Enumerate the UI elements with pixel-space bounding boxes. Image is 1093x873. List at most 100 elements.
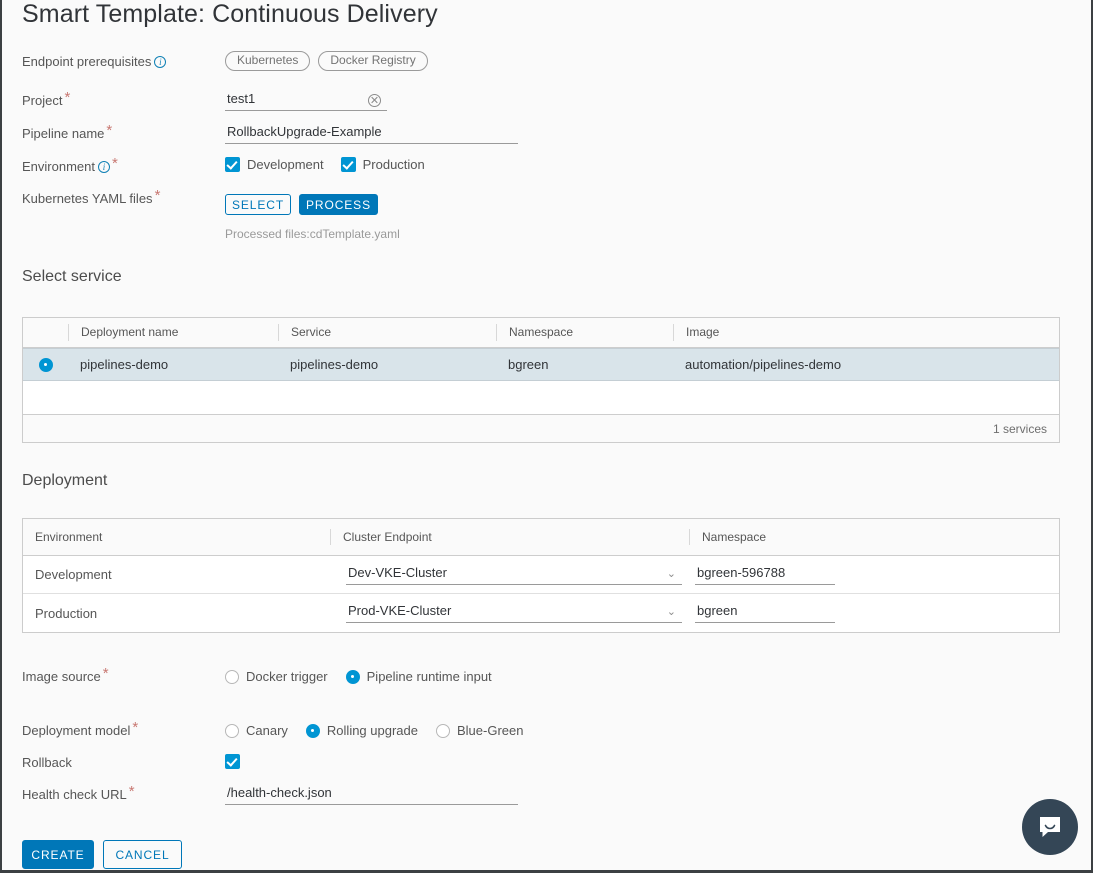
cell-namespace [689,564,1059,585]
namespace-input-prod[interactable] [695,603,835,623]
chip-kubernetes: Kubernetes [225,51,311,71]
deployment-model-row: Deployment model * [22,720,138,738]
select-service-heading: Select service [22,268,122,285]
project-input[interactable] [225,91,387,111]
health-check-url-input[interactable] [225,785,518,805]
required-asterisk: * [111,155,118,172]
required-asterisk: * [102,665,109,682]
checkbox-icon[interactable] [225,157,240,172]
image-source-label-text: Image source [22,669,101,684]
endpoint-prerequisites-label-text: Endpoint prerequisites [22,54,152,69]
deployment-heading: Deployment [22,472,108,489]
select-button[interactable]: SELECT [225,194,291,215]
column-header-namespace: Namespace [689,529,1059,545]
image-source-label: Image source * [22,666,109,684]
table-header-row: Deployment name Service Namespace Image [23,318,1059,348]
select-service-table: Deployment name Service Namespace Image … [22,317,1060,443]
clear-icon[interactable]: ✕ [368,94,381,107]
yaml-files-label-text: Kubernetes YAML files [22,191,153,206]
pipeline-name-label: Pipeline name * [22,123,112,141]
rollback-label: Rollback [22,755,72,770]
radio-icon[interactable] [225,723,239,738]
required-asterisk: * [132,719,139,736]
info-icon[interactable]: i [154,56,167,68]
cell-namespace [689,603,1059,623]
endpoint-prerequisites-chips: Kubernetes Docker Registry [225,51,428,71]
deployment-model-radio-group: Canary Rolling upgrade Blue-Green [225,723,523,738]
checkbox-icon[interactable] [225,754,240,769]
cluster-endpoint-input-dev[interactable] [346,564,682,585]
environment-checkbox-production[interactable]: Production [340,157,425,172]
deployment-model-label-text: Deployment model [22,723,131,738]
deployment-row-development: Development ⌄ [23,556,1059,594]
radio-icon[interactable] [345,669,360,684]
cell-cluster-endpoint: ⌄ [330,603,689,623]
deployment-model-label: Deployment model * [22,720,138,738]
cell-service: pipelines-demo [290,357,379,372]
cell-image: automation/pipelines-demo [685,357,842,372]
cancel-button[interactable]: CANCEL [103,840,182,869]
row-select-cell[interactable] [23,357,68,372]
pipeline-name-label-text: Pipeline name [22,126,105,141]
deployment-row-production: Production ⌄ [23,594,1059,632]
cell-cluster-endpoint: ⌄ [330,564,689,585]
project-row: Project * [22,90,70,108]
image-source-option-pipeline-runtime-input[interactable]: Pipeline runtime input [345,669,492,684]
info-icon[interactable]: i [97,161,110,173]
environment-checkbox-development[interactable]: Development [225,157,324,172]
chat-bubble-icon [1040,817,1060,837]
table-row[interactable]: pipelines-demo pipelines-demo bgreen aut… [23,348,1059,381]
endpoint-prerequisites-row: Endpoint prerequisites i [22,54,167,69]
chat-launcher-button[interactable] [1022,799,1078,855]
deployment-model-option-canary[interactable]: Canary [225,723,288,738]
health-check-url-row: Health check URL * [22,784,135,802]
cluster-endpoint-select-prod[interactable]: ⌄ [346,603,682,623]
radio-icon[interactable] [305,723,320,738]
project-label-text: Project [22,93,63,108]
image-source-docker-trigger-label: Docker trigger [246,669,328,684]
table-footer-count: 1 services [23,414,1059,442]
radio-icon[interactable] [436,723,450,738]
checkbox-icon[interactable] [340,157,356,172]
cell-environment: Production [35,605,98,621]
yaml-files-label: Kubernetes YAML files * [22,188,160,206]
radio-icon[interactable] [225,669,239,684]
deployment-model-option-blue-green[interactable]: Blue-Green [436,723,523,738]
image-source-option-docker-trigger[interactable]: Docker trigger [225,669,328,684]
deployment-model-rolling-upgrade-label: Rolling upgrade [326,723,418,738]
smart-template-form-page: Smart Template: Continuous Delivery Endp… [0,0,1093,873]
pipeline-name-row: Pipeline name * [22,123,112,141]
rollback-row: Rollback [22,755,72,770]
deployment-model-blue-green-label: Blue-Green [457,723,524,738]
process-button[interactable]: PROCESS [299,194,378,215]
required-asterisk: * [64,89,71,106]
health-check-url-label-text: Health check URL [22,787,127,802]
environment-label: Environment i * [22,156,118,174]
deployment-header-row: Environment Cluster Endpoint Namespace [23,519,1059,556]
table-row-empty [23,381,1059,414]
pipeline-name-input[interactable] [225,124,518,144]
environment-development-label: Development [247,157,324,172]
create-button[interactable]: CREATE [22,840,94,869]
column-header-namespace: Namespace [496,324,673,341]
image-source-row: Image source * [22,666,109,684]
rollback-checkbox[interactable] [225,754,240,774]
image-source-radio-group: Docker trigger Pipeline runtime input [225,669,492,684]
column-header-service: Service [278,324,496,341]
row-radio-icon[interactable] [38,357,53,372]
column-header-select [23,324,68,341]
cluster-endpoint-select-dev[interactable]: ⌄ [346,564,682,585]
namespace-input-dev[interactable] [695,564,835,585]
cell-environment: Development [35,567,112,582]
column-header-environment: Environment [35,530,103,544]
page-title: Smart Template: Continuous Delivery [22,0,438,28]
environment-row: Environment i * [22,156,118,174]
health-check-url-label: Health check URL * [22,784,135,802]
yaml-files-row: Kubernetes YAML files * [22,188,160,206]
cluster-endpoint-input-prod[interactable] [346,603,682,623]
required-asterisk: * [106,122,113,139]
endpoint-prerequisites-label: Endpoint prerequisites i [22,54,167,69]
required-asterisk: * [154,187,161,204]
deployment-model-option-rolling-upgrade[interactable]: Rolling upgrade [305,723,418,738]
column-header-image: Image [673,324,1059,341]
